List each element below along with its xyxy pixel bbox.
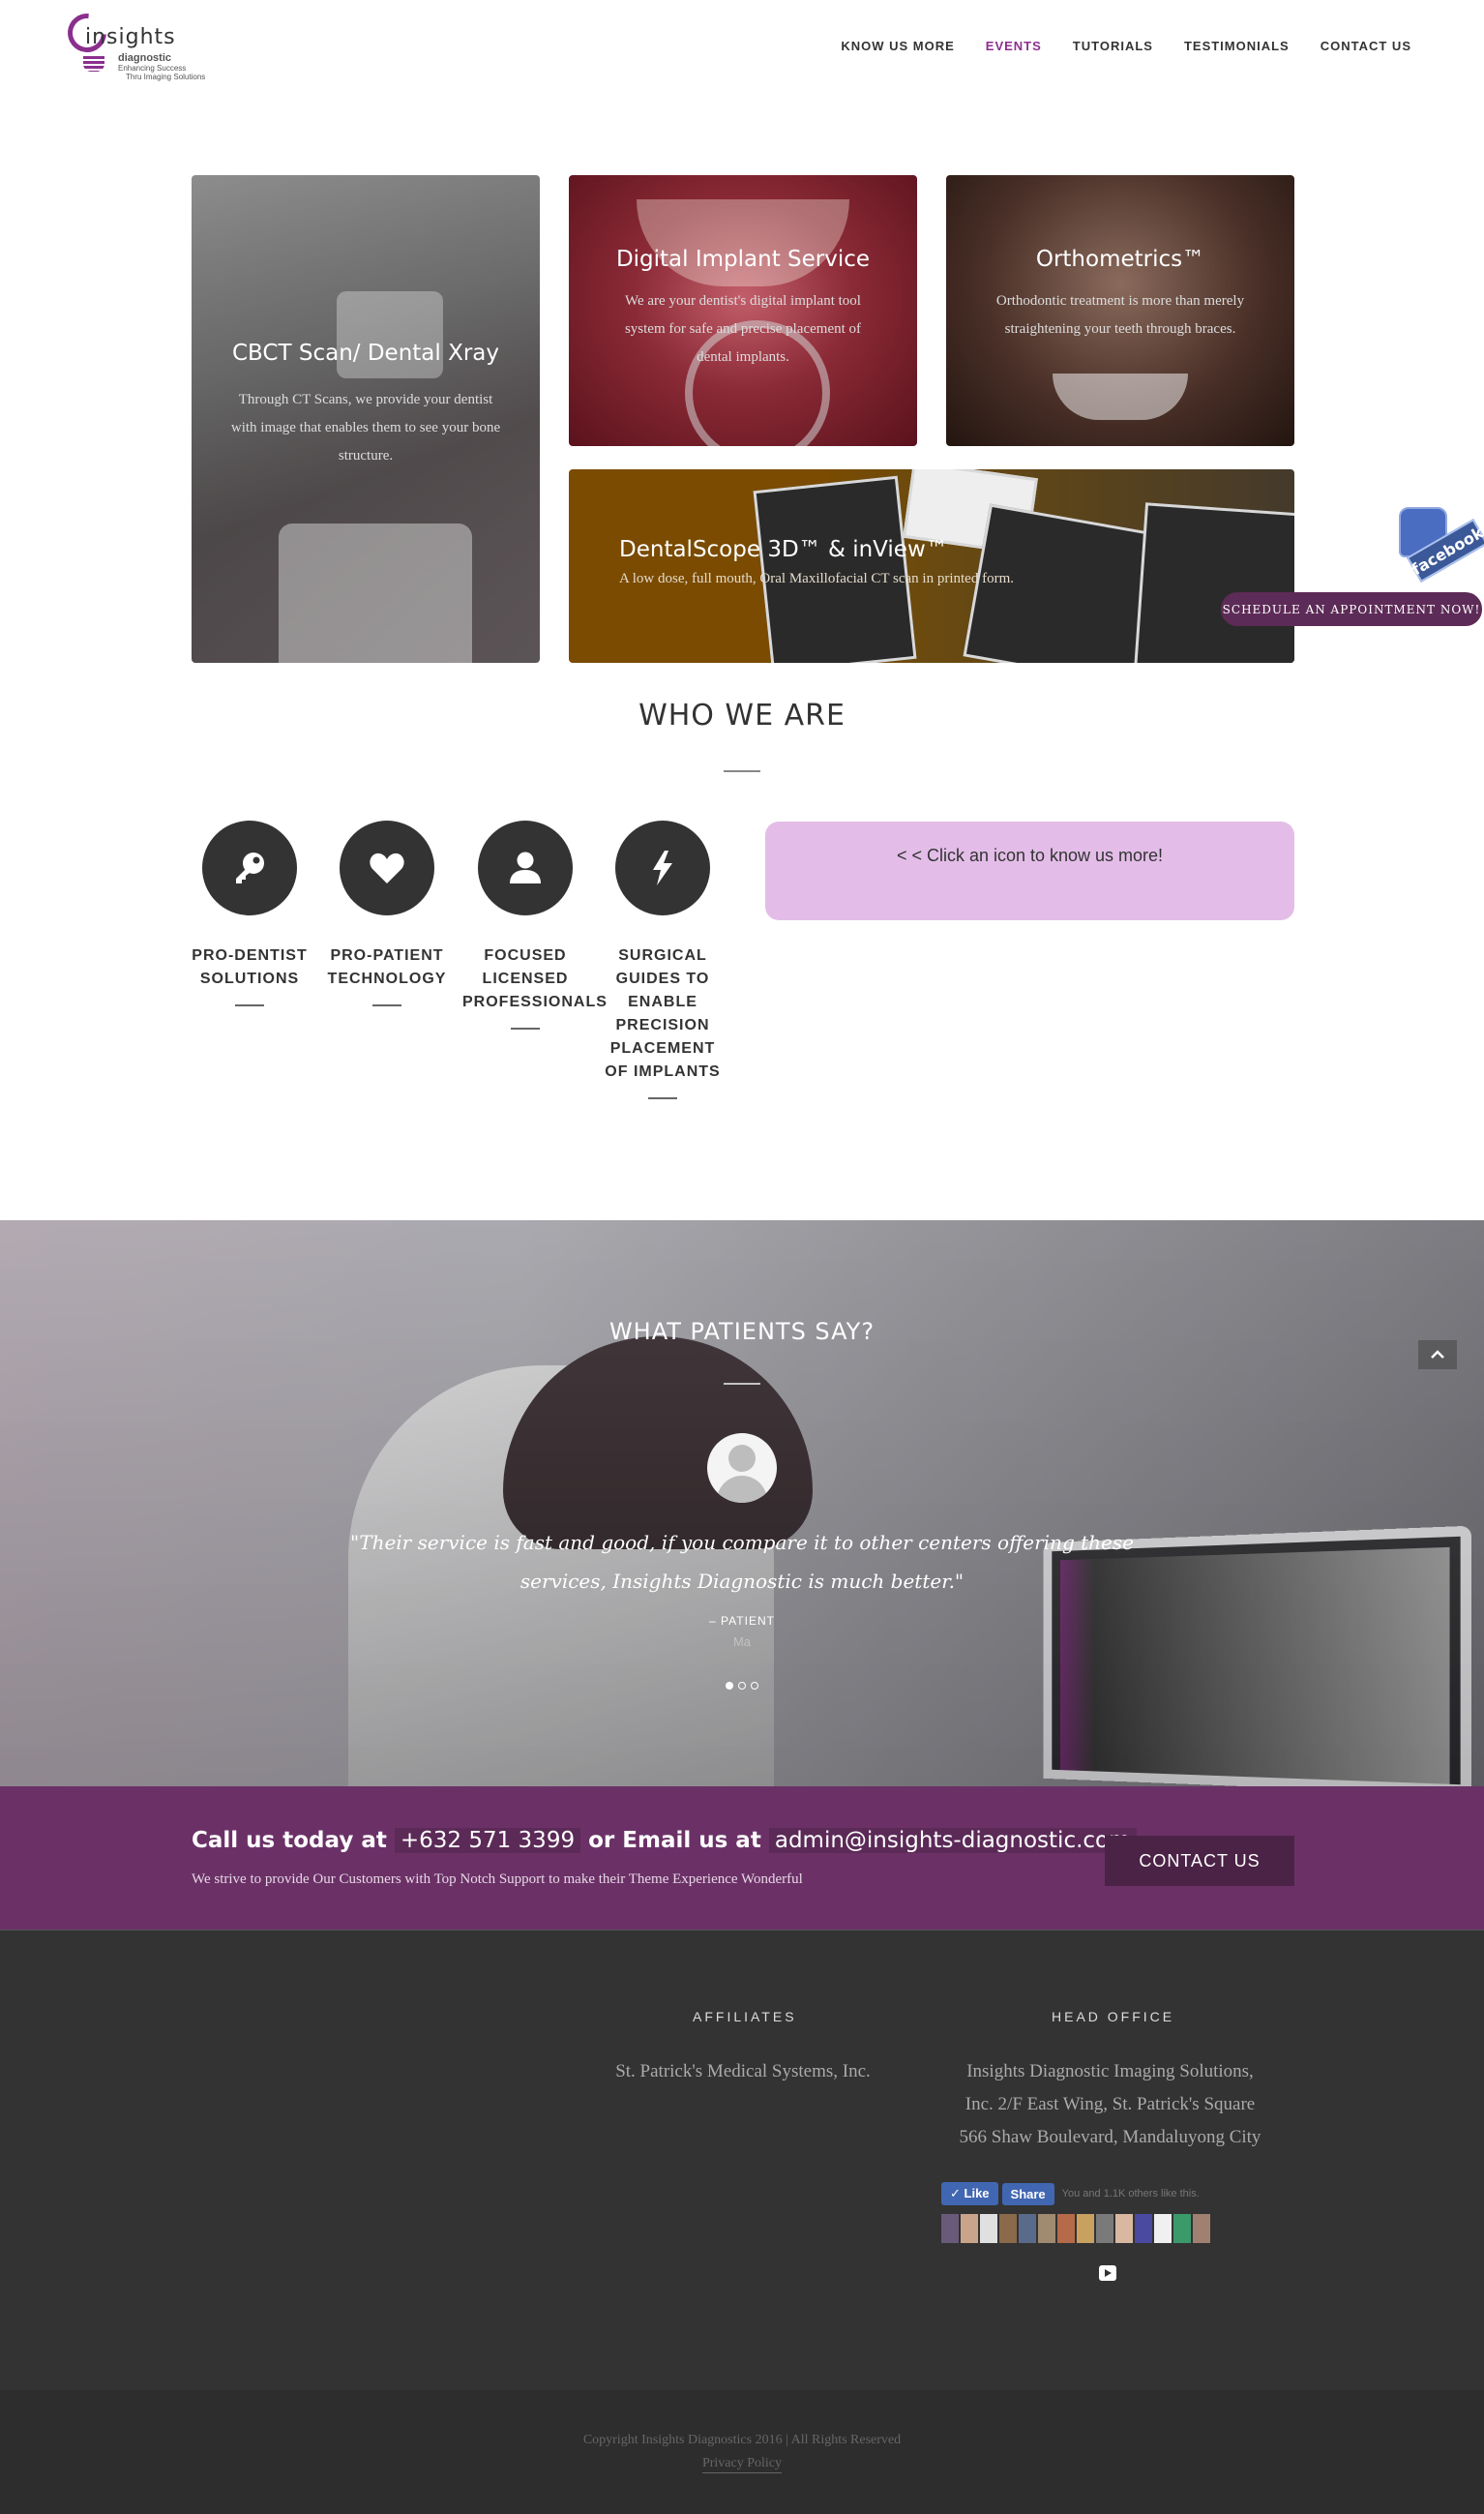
email-prefix: or Email us at [588, 1828, 761, 1853]
schedule-appointment-button[interactable]: SCHEDULE AN APPOINTMENT NOW! [1221, 592, 1482, 626]
avatar [999, 2214, 1017, 2243]
facebook-badge[interactable]: facebook [1393, 503, 1484, 590]
feature-label: SURGICAL GUIDES TO ENABLE PRECISION PLAC… [605, 947, 721, 1080]
avatar [1115, 2214, 1133, 2243]
testimonial-author: – PATIENT [709, 1614, 775, 1628]
avatar [1193, 2214, 1210, 2243]
site-header: insights diagnostic Enhancing Success Th… [0, 0, 1484, 97]
affiliates-heading: AFFILIATES [693, 2009, 797, 2024]
nav-contact-us[interactable]: CONTACT US [1321, 39, 1411, 53]
feature-pro-patient[interactable]: PRO-PATIENT TECHNOLOGY [324, 821, 450, 1006]
email-address[interactable]: admin@insights-diagnostic.com [768, 1828, 1137, 1853]
phone-number[interactable]: +632 571 3399 [394, 1828, 581, 1853]
logo-name: insights [85, 25, 176, 49]
user-icon[interactable] [478, 821, 573, 915]
chevron-up-icon [1431, 1350, 1444, 1359]
call-line: Call us today at +632 571 3399 or Email … [192, 1828, 1137, 1853]
copyright: Copyright Insights Diagnostics 2016 | Al… [582, 2433, 902, 2447]
avatar [1173, 2214, 1191, 2243]
site-footer [0, 1930, 1484, 2390]
contact-us-button[interactable]: CONTACT US [1105, 1836, 1294, 1886]
avatar [961, 2214, 978, 2243]
head-office-address: Insights Diagnostic Imaging Solutions, I… [959, 2061, 1261, 2147]
service-text: Through CT Scans, we provide your dentis… [230, 392, 501, 464]
service-title: Digital Implant Service [615, 247, 871, 272]
feature-pro-dentist[interactable]: PRO-DENTIST SOLUTIONS [187, 821, 312, 1006]
slider-dot-2[interactable] [738, 1682, 746, 1690]
service-text: Orthodontic treatment is more than merel… [995, 293, 1245, 337]
slider-dot-1[interactable] [726, 1682, 733, 1690]
like-count-text: You and 1.1K others like this. [1061, 2188, 1200, 2200]
logo-sub: diagnostic [118, 52, 172, 64]
avatar [707, 1433, 777, 1503]
nav-know-us-more[interactable]: KNOW US MORE [841, 39, 954, 53]
service-card-implant[interactable]: Digital Implant Service We are your dent… [569, 175, 917, 446]
divider [724, 1383, 760, 1385]
page: insights diagnostic Enhancing Success Th… [0, 0, 1484, 2514]
logo-tagline-2: Thru Imaging Solutions [126, 73, 206, 81]
who-we-are-title: WHO WE ARE [638, 699, 846, 733]
service-title: DentalScope 3D™ & inView™ [619, 537, 948, 562]
avatar [1019, 2214, 1036, 2243]
logo-tagline-1: Enhancing Success [118, 64, 187, 73]
feature-focused-professionals[interactable]: FOCUSED LICENSED PROFESSIONALS [462, 821, 608, 1030]
share-button[interactable]: Share [1001, 2182, 1054, 2205]
avatar [980, 2214, 997, 2243]
call-prefix: Call us today at [192, 1828, 387, 1853]
nav-events[interactable]: EVENTS [986, 39, 1042, 53]
privacy-policy-link[interactable]: Privacy Policy [0, 2456, 1484, 2473]
service-title: CBCT Scan/ Dental Xray [232, 341, 499, 366]
divider [724, 770, 760, 772]
heart-icon[interactable] [340, 821, 434, 915]
testimonial-quote: "Their service is fast and good, if you … [350, 1531, 1134, 1593]
service-card-dentalscope[interactable]: DentalScope 3D™ & inView™ A low dose, fu… [569, 469, 1294, 663]
youtube-icon[interactable] [1099, 2265, 1116, 2281]
footer-bottom-bar [0, 2390, 1484, 2514]
avatar [1057, 2214, 1075, 2243]
bolt-icon[interactable] [615, 821, 710, 915]
scroll-to-top-button[interactable] [1418, 1340, 1457, 1369]
avatar [1135, 2214, 1152, 2243]
facebook-faces [941, 2214, 1210, 2243]
feature-label: PRO-DENTIST SOLUTIONS [192, 947, 308, 987]
service-text: A low dose, full mouth, Oral Maxillofaci… [619, 571, 1014, 586]
avatar [1077, 2214, 1094, 2243]
slider-dot-3[interactable] [751, 1682, 758, 1690]
head-office-heading: HEAD OFFICE [1052, 2009, 1175, 2024]
testimonial-name: Ma [732, 1634, 752, 1649]
service-card-ortho[interactable]: Orthometrics™ Orthodontic treatment is m… [946, 175, 1294, 446]
testimonials-title: WHAT PATIENTS SAY? [608, 1318, 876, 1345]
facebook-like-widget: ✓ Like Share You and 1.1K others like th… [941, 2182, 1200, 2205]
logo[interactable]: insights diagnostic Enhancing Success Th… [59, 5, 223, 87]
testimonial-section [0, 1220, 1484, 1786]
avatar [1096, 2214, 1113, 2243]
affiliate-link[interactable]: St. Patrick's Medical Systems, Inc. [588, 2055, 898, 2088]
slider-dots [726, 1682, 758, 1690]
feature-label: FOCUSED LICENSED PROFESSIONALS [462, 947, 608, 1010]
service-card-cbct[interactable]: CBCT Scan/ Dental Xray Through CT Scans,… [192, 175, 540, 663]
call-subtext: We strive to provide Our Customers with … [192, 1871, 803, 1887]
avatar [1038, 2214, 1055, 2243]
service-title: Orthometrics™ [1035, 247, 1205, 272]
service-text: We are your dentist's digital implant to… [624, 293, 862, 365]
avatar [1154, 2214, 1172, 2243]
key-icon[interactable] [202, 821, 297, 915]
know-us-more-box: < < Click an icon to know us more! [765, 822, 1294, 920]
like-button[interactable]: ✓ Like [941, 2182, 998, 2205]
nav-tutorials[interactable]: TUTORIALS [1073, 39, 1153, 53]
feature-label: PRO-PATIENT TECHNOLOGY [327, 947, 447, 987]
logo-bulb-icon [83, 56, 104, 72]
nav-testimonials[interactable]: TESTIMONIALS [1184, 39, 1290, 53]
main-nav: KNOW US MORE EVENTS TUTORIALS TESTIMONIA… [841, 39, 1411, 53]
avatar [941, 2214, 959, 2243]
feature-surgical-guides[interactable]: SURGICAL GUIDES TO ENABLE PRECISION PLAC… [600, 821, 726, 1099]
